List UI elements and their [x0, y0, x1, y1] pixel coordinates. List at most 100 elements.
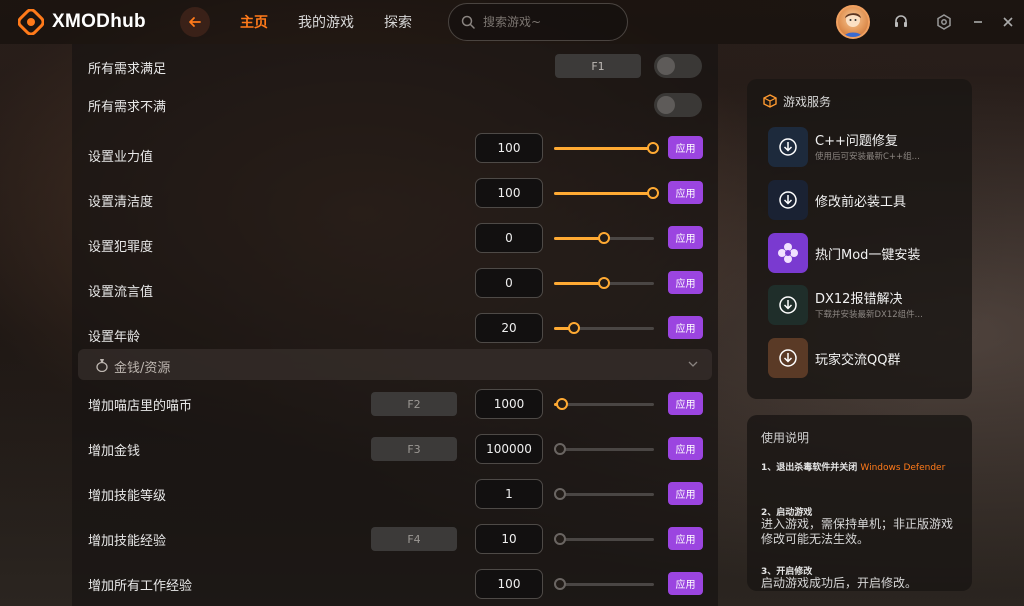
value-slider[interactable] — [554, 533, 654, 545]
value-input[interactable]: 100 — [475, 133, 543, 163]
windows-defender-link[interactable]: Windows Defender — [860, 463, 945, 473]
value-slider[interactable] — [554, 578, 654, 590]
apply-button[interactable]: 应用 — [668, 181, 703, 204]
cheat-row: 增加技能等级 1 应用 — [72, 471, 718, 516]
value-slider[interactable] — [554, 488, 654, 500]
guide-step-3-body: 启动游戏成功后，开启修改。 — [761, 576, 918, 590]
toggle-switch[interactable] — [654, 54, 702, 78]
app-logo: XMODhub — [18, 9, 146, 35]
slider-thumb[interactable] — [554, 443, 566, 455]
cheat-row: 增加金钱 F3 100000 应用 — [72, 426, 718, 471]
logo-icon — [18, 9, 44, 35]
value-slider[interactable] — [554, 322, 654, 334]
value-slider[interactable] — [554, 142, 659, 154]
cheat-row: 设置清洁度 100 应用 — [72, 177, 718, 222]
service-mod-install[interactable]: 热门Mod一键安装 — [768, 233, 968, 275]
cheat-label: 所有需求不满 — [88, 100, 167, 115]
cheat-row: 增加技能经验 F4 10 应用 — [72, 516, 718, 561]
apply-button[interactable]: 应用 — [668, 572, 703, 595]
service-name: 玩家交流QQ群 — [815, 353, 901, 368]
value-input[interactable]: 100 — [475, 569, 543, 599]
search-box[interactable] — [448, 3, 628, 41]
service-required-tools[interactable]: 修改前必装工具 — [768, 180, 968, 222]
slider-thumb[interactable] — [598, 277, 610, 289]
value-slider[interactable] — [554, 232, 654, 244]
slider-thumb[interactable] — [598, 232, 610, 244]
apply-button[interactable]: 应用 — [668, 392, 703, 415]
chevron-down-icon — [688, 361, 698, 367]
apply-button[interactable]: 应用 — [668, 482, 703, 505]
service-name: C++问题修复 — [815, 134, 898, 149]
value-input[interactable]: 100000 — [475, 434, 543, 464]
value-input[interactable]: 1000 — [475, 389, 543, 419]
value-input[interactable]: 0 — [475, 223, 543, 253]
value-input[interactable]: 0 — [475, 268, 543, 298]
guide-step-2-body: 进入游戏，需保持单机；非正版游戏修改可能无法生效。 — [761, 517, 954, 546]
hotkey-button[interactable]: F3 — [371, 437, 457, 461]
cheat-row: 增加喵店里的喵币 F2 1000 应用 — [72, 381, 718, 426]
value-input[interactable]: 10 — [475, 524, 543, 554]
service-desc: 使用后可安装最新C++组... — [815, 152, 920, 162]
slider-thumb[interactable] — [554, 533, 566, 545]
slider-thumb[interactable] — [647, 142, 659, 154]
game-services-card: 游戏服务 C++问题修复 使用后可安装最新C++组... 修改前必装工具 热门M… — [747, 79, 972, 399]
apply-button[interactable]: 应用 — [668, 527, 703, 550]
apply-button[interactable]: 应用 — [668, 316, 703, 339]
close-icon[interactable] — [998, 12, 1018, 32]
value-slider[interactable] — [554, 443, 654, 455]
cheat-label: 设置年龄 — [88, 330, 141, 345]
section-header-money[interactable]: 金钱/资源 — [78, 349, 712, 380]
headset-icon[interactable] — [891, 12, 911, 32]
guide-step-1-head: 1、退出杀毒软件并关闭 — [761, 463, 858, 473]
nav-explore[interactable]: 探索 — [384, 12, 412, 32]
slider-thumb[interactable] — [554, 488, 566, 500]
apply-button[interactable]: 应用 — [668, 271, 703, 294]
settings-icon[interactable] — [934, 12, 954, 32]
value-input[interactable]: 1 — [475, 479, 543, 509]
cheat-label: 设置流言值 — [88, 285, 154, 300]
search-input[interactable] — [483, 15, 613, 29]
apply-button[interactable]: 应用 — [668, 136, 703, 159]
cheat-row: 设置流言值 0 应用 — [72, 267, 718, 312]
hotkey-button[interactable]: F1 — [555, 54, 641, 78]
value-input[interactable]: 100 — [475, 178, 543, 208]
value-slider[interactable] — [554, 277, 654, 289]
slider-thumb[interactable] — [647, 187, 659, 199]
user-avatar[interactable] — [836, 5, 870, 39]
usage-guide-card: 使用说明 1、退出杀毒软件并关闭 Windows Defender 2、启动游戏… — [747, 415, 972, 591]
value-slider[interactable] — [554, 187, 659, 199]
value-input[interactable]: 20 — [475, 313, 543, 343]
cheat-panel: 所有需求满足 F1 所有需求不满 设置业力值 100 应用 设置清洁度 100 … — [72, 44, 718, 606]
cheat-label: 增加技能经验 — [88, 534, 167, 549]
slider-thumb[interactable] — [554, 578, 566, 590]
cheat-label: 所有需求满足 — [88, 62, 167, 77]
hotkey-button[interactable]: F4 — [371, 527, 457, 551]
cheat-row: 增加所有工作经验 100 应用 — [72, 561, 718, 606]
download-icon — [768, 180, 808, 220]
cheat-row: 设置犯罪度 0 应用 — [72, 222, 718, 267]
top-bar: XMODhub 主页 我的游戏 探索 — [0, 0, 1024, 44]
slider-thumb[interactable] — [568, 322, 580, 334]
value-slider[interactable] — [554, 398, 654, 410]
download-icon — [768, 285, 808, 325]
service-qq-group[interactable]: 玩家交流QQ群 — [768, 338, 968, 380]
nav-my-games[interactable]: 我的游戏 — [298, 12, 354, 32]
service-dx12-fix[interactable]: DX12报错解决 下载并安装最新DX12组件... — [768, 285, 968, 327]
service-name: 热门Mod一键安装 — [815, 248, 921, 263]
slider-thumb[interactable] — [556, 398, 568, 410]
service-cpp-fix[interactable]: C++问题修复 使用后可安装最新C++组... — [768, 127, 968, 169]
guide-step-1: 1、退出杀毒软件并关闭 Windows Defender — [761, 461, 961, 475]
apply-button[interactable]: 应用 — [668, 437, 703, 460]
apply-button[interactable]: 应用 — [668, 226, 703, 249]
back-button[interactable] — [180, 7, 210, 37]
arrow-left-icon — [189, 17, 201, 27]
hotkey-button[interactable]: F2 — [371, 392, 457, 416]
service-desc: 下载并安装最新DX12组件... — [815, 310, 923, 320]
minimize-icon[interactable] — [968, 12, 988, 32]
cheat-row: 所有需求不满 — [72, 89, 718, 134]
nav-home[interactable]: 主页 — [240, 12, 268, 32]
download-icon — [768, 127, 808, 167]
cheat-row: 所有需求满足 F1 — [72, 44, 718, 89]
toggle-switch[interactable] — [654, 93, 702, 117]
cheat-label: 增加所有工作经验 — [88, 579, 193, 594]
